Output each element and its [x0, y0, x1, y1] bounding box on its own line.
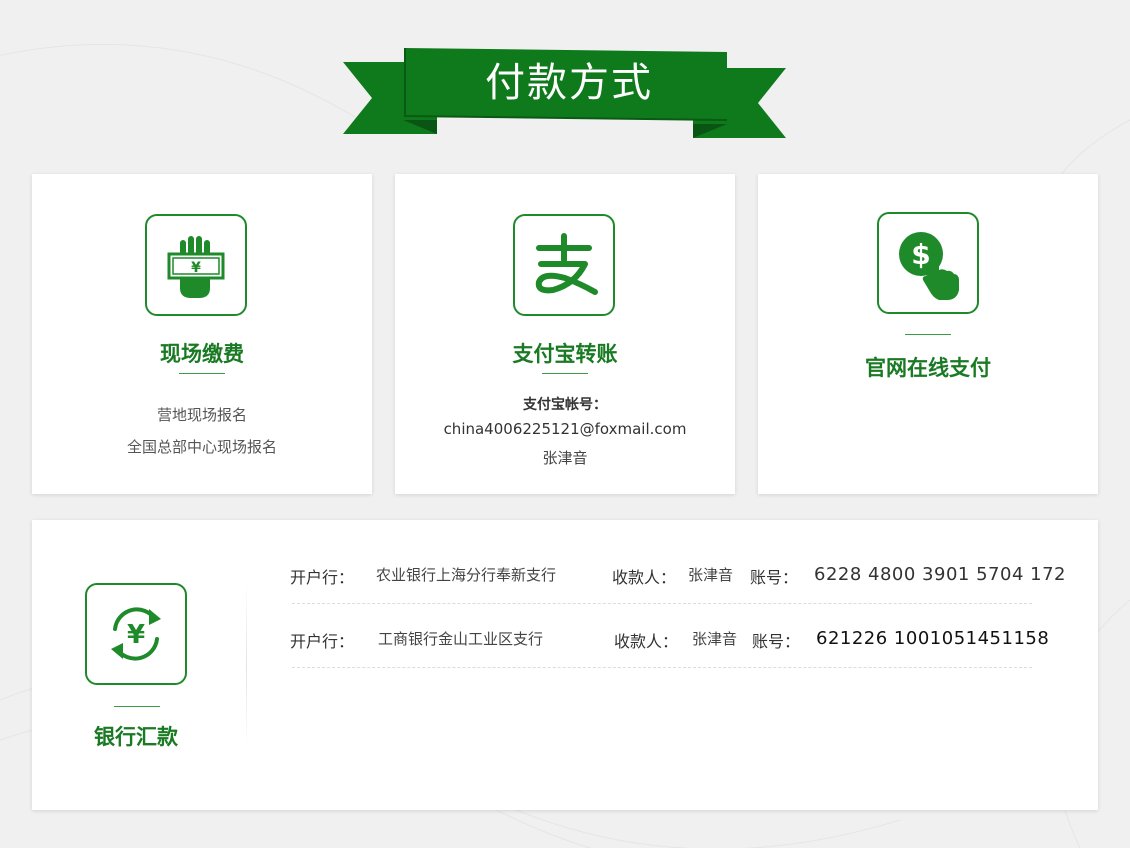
account-label: 账号： — [750, 568, 799, 587]
card-text-line: 全国总部中心现场报名 — [126, 438, 277, 456]
row-divider — [292, 603, 1032, 604]
card-text-line: 营地现场报名 — [156, 406, 247, 424]
alipay-account-name: 张津音 — [542, 449, 588, 467]
icon-frame: $ — [877, 212, 979, 314]
page-title: 付款方式 — [485, 60, 653, 106]
divider — [114, 706, 160, 707]
icon-frame: ¥ — [145, 214, 247, 316]
card-onsite-payment: ¥ 现场缴费 营地现场报名 全国总部中心现场报名 — [32, 174, 372, 494]
payee-name: 张津音 — [688, 566, 734, 584]
card-alipay-transfer: 支付宝转账 支付宝帐号： china4006225121@foxmail.com… — [395, 174, 735, 494]
divider — [179, 373, 225, 374]
card-bank-transfer: ¥ 银行汇款 开户行： 农业银行上海分行奉新支行 收款人： 张津音 账号： 62… — [32, 520, 1098, 810]
svg-text:¥: ¥ — [127, 620, 145, 650]
card-title: 支付宝转账 — [512, 342, 618, 366]
bank-name: 工商银行金山工业区支行 — [378, 630, 544, 648]
card-title: 银行汇款 — [94, 725, 178, 749]
bank-label: 开户行： — [290, 568, 355, 587]
dollar-click-icon: $ — [899, 232, 959, 300]
svg-text:$: $ — [911, 238, 930, 271]
svg-text:¥: ¥ — [191, 260, 201, 276]
payee-label: 收款人： — [612, 568, 677, 587]
alipay-icon — [535, 233, 598, 295]
row-divider — [292, 667, 1032, 668]
vertical-divider — [246, 580, 247, 750]
bank-label: 开户行： — [290, 632, 355, 651]
payee-label: 收款人： — [614, 632, 679, 651]
yuan-exchange-icon: ¥ — [111, 607, 161, 661]
divider — [542, 373, 588, 374]
divider — [905, 334, 951, 335]
cash-hand-icon: ¥ — [167, 236, 225, 298]
payee-name: 张津音 — [692, 630, 738, 648]
bank-name: 农业银行上海分行奉新支行 — [376, 566, 557, 584]
alipay-account-email: china4006225121@foxmail.com — [443, 420, 687, 438]
card-title: 官网在线支付 — [865, 356, 991, 380]
icon-frame: ¥ — [85, 583, 187, 685]
alipay-account-label: 支付宝帐号： — [523, 397, 607, 413]
account-number: 621226 1001051451158 — [816, 628, 1050, 649]
account-label: 账号： — [752, 632, 801, 651]
card-online-payment: $ 官网在线支付 — [758, 174, 1098, 494]
account-number: 6228 4800 3901 5704 172 — [814, 564, 1066, 585]
icon-frame — [513, 214, 615, 316]
card-title: 现场缴费 — [160, 342, 244, 366]
